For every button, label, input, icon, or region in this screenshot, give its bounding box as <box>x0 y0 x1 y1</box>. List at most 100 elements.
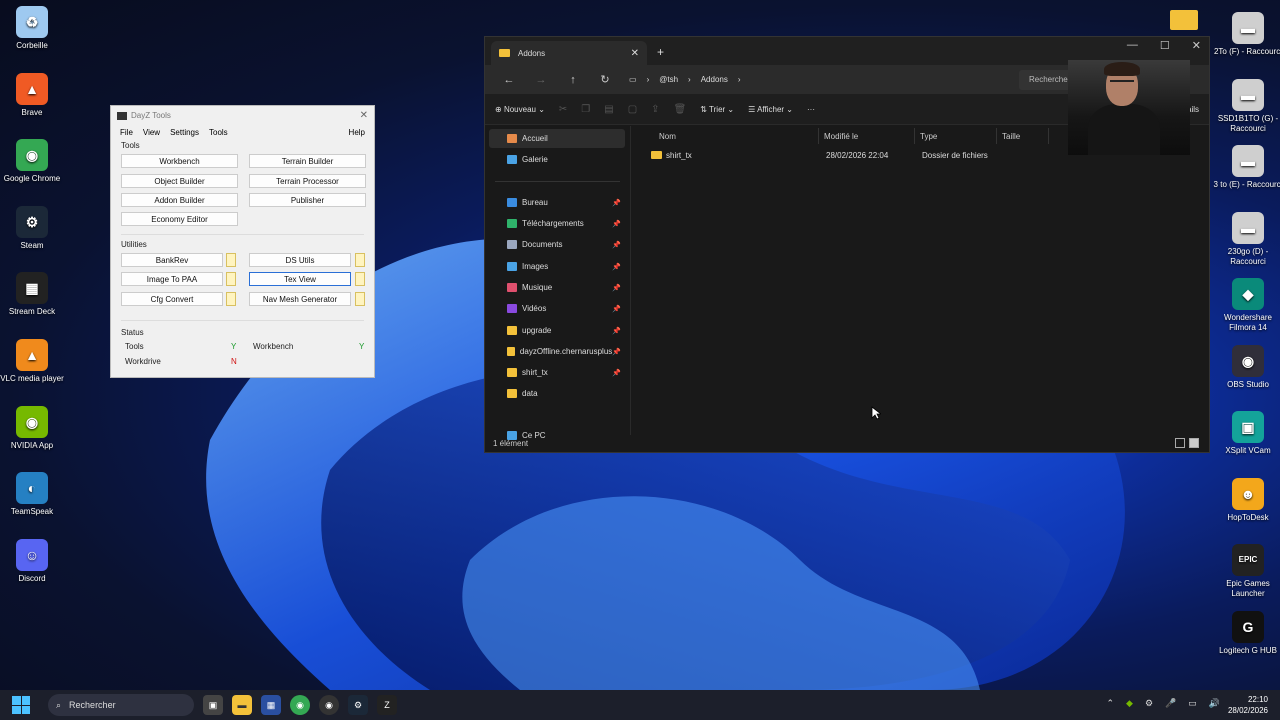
folder-icon[interactable] <box>355 292 365 306</box>
desktop-shortcut[interactable]: ▲ VLC media player <box>0 339 67 384</box>
sidebar-item[interactable]: Téléchargements 📌 <box>489 214 625 233</box>
column-modified[interactable]: Modifié le <box>820 128 915 144</box>
desktop-shortcut[interactable]: ▲ Brave <box>0 72 67 118</box>
desktop-shortcut[interactable]: ♻ Corbeille <box>0 6 67 51</box>
desktop-shortcut[interactable]: ☺ Discord <box>0 538 67 584</box>
desktop-shortcut[interactable]: ☻ HopToDesk <box>1213 477 1280 523</box>
steam-tray-icon[interactable]: ⚙ <box>1145 698 1153 709</box>
chrome-taskbar-icon[interactable]: ◉ <box>290 695 310 715</box>
obs-taskbar-icon[interactable]: ◉ <box>319 695 339 715</box>
sidebar-item[interactable]: Bureau 📌 <box>489 193 625 212</box>
tex-view-button[interactable]: Tex View <box>249 272 351 286</box>
pin-icon[interactable]: 📌 <box>612 348 621 356</box>
pin-icon[interactable]: 📌 <box>612 199 621 207</box>
object-builder-button[interactable]: Object Builder <box>121 174 238 188</box>
terrain-processor-button[interactable]: Terrain Processor <box>249 174 366 188</box>
new-button[interactable]: ⊕ Nouveau ⌄ <box>495 105 545 114</box>
store-taskbar-icon[interactable]: ▦ <box>261 695 281 715</box>
breadcrumb-addons[interactable]: Addons <box>701 75 728 84</box>
column-name[interactable]: Nom <box>655 128 819 144</box>
pin-icon[interactable]: 📌 <box>612 327 621 335</box>
menu-help[interactable]: Help <box>349 128 365 137</box>
sort-button[interactable]: ⇅ Trier ⌄ <box>700 105 734 114</box>
folder-icon[interactable] <box>226 253 236 267</box>
menu-view[interactable]: View <box>143 128 160 137</box>
sidebar-item[interactable]: shirt_tx 📌 <box>489 363 625 382</box>
column-type[interactable]: Type <box>916 128 997 144</box>
volume-icon[interactable]: 🔊 <box>1209 698 1220 709</box>
desktop-shortcut[interactable]: ▬ SSD1B1TO (G) - Raccourci <box>1213 78 1280 134</box>
breadcrumb-tsh[interactable]: @tsh <box>659 75 678 84</box>
refresh-icon[interactable]: ↻ <box>589 73 621 86</box>
close-tab-icon[interactable]: ✕ <box>631 48 639 59</box>
desktop-shortcut[interactable]: ◐ TeamSpeak <box>0 472 67 517</box>
workbench-button[interactable]: Workbench <box>121 154 238 168</box>
sidebar-item[interactable]: Accueil <box>489 129 625 148</box>
tiles-view-icon[interactable] <box>1189 438 1199 448</box>
desktop-shortcut[interactable]: ▦ Stream Deck <box>0 272 67 317</box>
chevron-up-icon[interactable]: ⌃ <box>1107 698 1115 709</box>
file-explorer-taskbar-icon[interactable]: ▬ <box>232 695 252 715</box>
cut-icon[interactable]: ✂ <box>559 104 567 115</box>
maximize-icon[interactable]: ☐ <box>1160 39 1170 52</box>
dayz-taskbar-icon[interactable]: Z <box>377 695 397 715</box>
pin-icon[interactable]: 📌 <box>612 284 621 292</box>
new-tab-icon[interactable]: + <box>657 45 664 59</box>
nav-mesh-generator-button[interactable]: Nav Mesh Generator <box>249 292 351 306</box>
sidebar-item[interactable]: dayzOffline.chernarusplus 📌 <box>489 342 625 361</box>
clock[interactable]: 22:10 28/02/2026 <box>1228 694 1268 716</box>
close-icon[interactable]: ✕ <box>1192 39 1201 52</box>
menu-tools[interactable]: Tools <box>209 128 228 137</box>
pin-icon[interactable]: 📌 <box>612 241 621 249</box>
dayz-titlebar[interactable]: DayZ Tools ✕ <box>111 106 374 125</box>
forward-icon[interactable]: → <box>525 74 557 86</box>
tab-addons[interactable]: Addons ✕ <box>491 41 647 65</box>
folder-icon[interactable] <box>226 292 236 306</box>
task-view-icon[interactable]: ▣ <box>203 695 223 715</box>
column-size[interactable]: Taille <box>998 128 1049 144</box>
sidebar-item[interactable]: Documents 📌 <box>489 235 625 254</box>
pin-icon[interactable]: 📌 <box>612 263 621 271</box>
bankrev-button[interactable]: BankRev <box>121 253 223 267</box>
paste-icon[interactable]: ▤ <box>604 104 613 115</box>
sidebar-item[interactable]: Galerie <box>489 150 625 169</box>
terrain-builder-button[interactable]: Terrain Builder <box>249 154 366 168</box>
desktop-shortcut[interactable]: EPIC Epic Games Launcher <box>1213 544 1280 599</box>
folder-icon[interactable] <box>226 272 236 286</box>
rename-icon[interactable]: ▢ <box>628 104 637 115</box>
more-options-icon[interactable]: ··· <box>807 105 815 114</box>
economy-editor-button[interactable]: Economy Editor <box>121 212 238 226</box>
up-icon[interactable]: ↑ <box>557 74 589 86</box>
addon-builder-button[interactable]: Addon Builder <box>121 193 238 207</box>
view-button[interactable]: ☰ Afficher ⌄ <box>748 105 793 114</box>
details-view-icon[interactable] <box>1175 438 1185 448</box>
steam-taskbar-icon[interactable]: ⚙ <box>348 695 368 715</box>
pin-icon[interactable]: 📌 <box>612 369 621 377</box>
address-bar[interactable]: ▭ › @tsh › Addons › <box>621 69 1013 90</box>
pin-icon[interactable]: 📌 <box>612 305 621 313</box>
taskbar-search[interactable]: ⌕ Rechercher <box>48 694 194 716</box>
image-to-paa-button[interactable]: Image To PAA <box>121 272 223 286</box>
copy-icon[interactable]: ❐ <box>581 104 590 115</box>
folder-icon[interactable] <box>355 272 365 286</box>
desktop-shortcut[interactable]: ◉ Google Chrome <box>0 139 67 184</box>
folder-icon[interactable] <box>1170 10 1198 30</box>
sidebar-item[interactable]: upgrade 📌 <box>489 321 625 340</box>
back-icon[interactable]: ← <box>493 74 525 86</box>
close-icon[interactable]: ✕ <box>360 110 368 121</box>
menu-file[interactable]: File <box>120 128 133 137</box>
publisher-button[interactable]: Publisher <box>249 193 366 207</box>
start-button[interactable] <box>12 696 30 714</box>
folder-icon[interactable] <box>355 253 365 267</box>
delete-icon[interactable]: 🗑 <box>674 104 687 115</box>
microphone-icon[interactable]: 🎤 <box>1165 698 1176 709</box>
desktop-shortcut[interactable]: ◉ OBS Studio <box>1213 344 1280 390</box>
ds-utils-button[interactable]: DS Utils <box>249 253 351 267</box>
pin-icon[interactable]: 📌 <box>612 220 621 228</box>
sidebar-item[interactable]: Vidéos 📌 <box>489 299 625 318</box>
desktop-shortcut[interactable]: ▬ 230go (D) - Raccourci <box>1213 211 1280 267</box>
network-icon[interactable]: ▭ <box>1188 698 1197 709</box>
desktop-shortcut[interactable]: ▬ 2To (F) - Raccourci <box>1213 12 1280 57</box>
sidebar-item[interactable]: Images 📌 <box>489 257 625 276</box>
cfg-convert-button[interactable]: Cfg Convert <box>121 292 223 306</box>
